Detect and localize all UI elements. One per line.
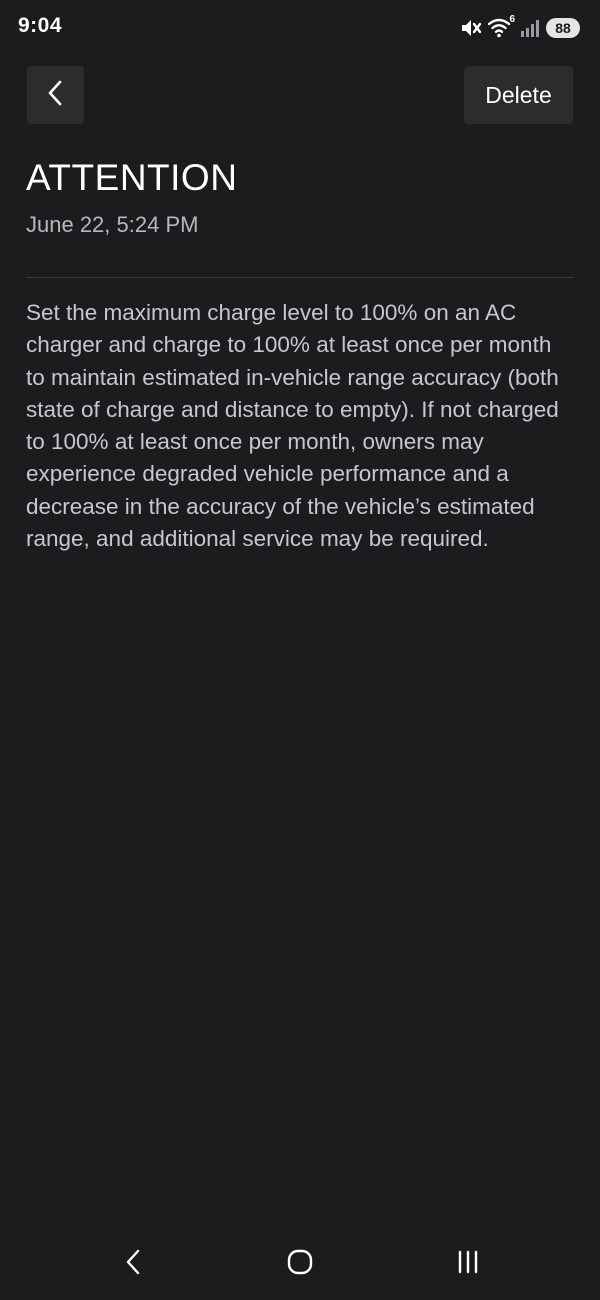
page-title: ATTENTION xyxy=(26,157,238,198)
divider xyxy=(26,277,574,278)
message-date: June 22, 5:24 PM xyxy=(26,212,199,237)
nav-recents-icon xyxy=(455,1249,481,1280)
nav-back-icon xyxy=(123,1247,143,1282)
chevron-left-icon xyxy=(46,79,66,112)
message-body: Set the maximum charge level to 100% on … xyxy=(26,300,559,552)
signal-icon xyxy=(520,19,540,37)
nav-home-icon xyxy=(286,1248,314,1281)
battery-icon: 88 xyxy=(546,18,580,38)
status-bar: 9:04 6 88 xyxy=(0,0,600,56)
mute-icon xyxy=(460,18,482,38)
nav-bar xyxy=(0,1230,600,1300)
nav-recents-button[interactable] xyxy=(438,1246,498,1282)
nav-back-button[interactable] xyxy=(103,1246,163,1282)
wifi-icon: 6 xyxy=(488,14,515,38)
wifi-badge: 6 xyxy=(509,14,515,25)
status-time: 9:04 xyxy=(18,14,63,37)
back-button[interactable] xyxy=(27,66,84,124)
status-icons: 6 88 xyxy=(460,14,580,41)
delete-button[interactable]: Delete xyxy=(464,66,573,124)
nav-home-button[interactable] xyxy=(270,1246,330,1282)
